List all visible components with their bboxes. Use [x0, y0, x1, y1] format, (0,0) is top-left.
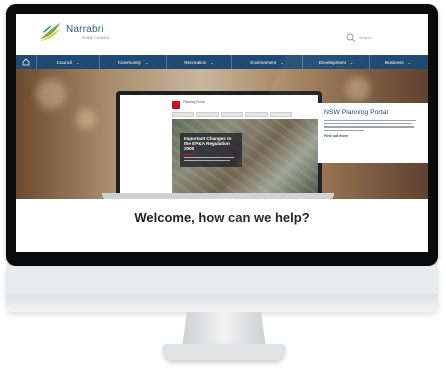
monitor-base: [163, 344, 285, 360]
laptop-nav-tabs: [172, 112, 293, 117]
logo-subtitle: SHIRE COUNCIL: [82, 36, 111, 40]
council-logo-icon[interactable]: [38, 21, 62, 43]
home-button[interactable]: [16, 55, 36, 69]
welcome-heading: Welcome, how can we help?: [134, 210, 310, 225]
laptop-base: [102, 193, 334, 199]
panel-title: NSW Planning Portal: [324, 109, 388, 116]
panel-description: [324, 120, 422, 131]
laptop-image: Planning Portal Important Changes to the…: [116, 91, 322, 195]
bokeh-light: [346, 77, 370, 101]
laptop-feature-card: Important Changes to the EP&A Regulation…: [180, 133, 242, 167]
search-icon[interactable]: [346, 33, 356, 43]
site-header: Narrabri SHIRE COUNCIL Search: [16, 14, 428, 48]
chevron-down-icon: ⌄: [407, 59, 411, 65]
laptop-tab: [196, 112, 219, 117]
laptop-card-text: [184, 156, 238, 161]
logo-title[interactable]: Narrabri: [66, 24, 104, 35]
bokeh-light: [76, 109, 96, 129]
bokeh-light: [36, 79, 66, 109]
monitor-stand: [182, 312, 266, 348]
laptop-tab: [269, 112, 293, 117]
nav-item-environment[interactable]: Environment ⌄: [231, 55, 302, 69]
nav-item-label: Environment: [250, 59, 277, 65]
monitor-screen: Narrabri SHIRE COUNCIL Search Council ⌄ …: [16, 14, 428, 252]
find-out-more-link[interactable]: Find out more: [324, 134, 422, 138]
monitor-chin: [6, 266, 438, 312]
laptop-screen: Planning Portal Important Changes to the…: [120, 95, 318, 193]
nsw-waratah-icon: [172, 101, 180, 109]
nav-item-business[interactable]: Business ⌄: [369, 55, 426, 69]
nav-item-council[interactable]: Council ⌄: [36, 55, 99, 69]
laptop-tab: [220, 112, 244, 117]
chevron-down-icon: ⌄: [75, 59, 80, 65]
nav-item-label: Community: [117, 59, 141, 65]
nav-item-label: Development: [318, 59, 346, 65]
nav-item-label: Recreation: [184, 59, 207, 65]
portal-info-panel: NSW Planning Portal Find out more: [318, 103, 428, 163]
nav-item-recreation[interactable]: Recreation ⌄: [166, 55, 231, 69]
laptop-tab: [245, 112, 268, 117]
nav-item-label: Business: [385, 59, 404, 65]
laptop-tab: [172, 112, 195, 117]
chevron-down-icon: ⌄: [144, 59, 149, 65]
nav-item-label: Council: [56, 59, 72, 65]
chevron-down-icon: ⌄: [210, 59, 214, 65]
chevron-down-icon: ⌄: [280, 59, 284, 65]
laptop-aerial-photo: Important Changes to the EP&A Regulation…: [172, 119, 318, 193]
chevron-down-icon: ⌄: [349, 59, 354, 65]
laptop-brand-label: Planning Portal: [183, 100, 205, 104]
laptop-card-accent: [184, 153, 194, 155]
nav-item-development[interactable]: Development ⌄: [302, 55, 369, 69]
main-navigation: Council ⌄ Community ⌄ Recreation ⌄ Envir…: [16, 55, 428, 69]
laptop-card-title: Important Changes to the EP&A Regulation…: [184, 136, 232, 152]
nav-item-community[interactable]: Community ⌄: [99, 55, 166, 69]
hero-banner: Planning Portal Important Changes to the…: [16, 69, 428, 199]
monitor-bezel: Narrabri SHIRE COUNCIL Search Council ⌄ …: [6, 4, 438, 266]
home-icon: [22, 58, 30, 66]
search-label[interactable]: Search: [359, 35, 372, 40]
